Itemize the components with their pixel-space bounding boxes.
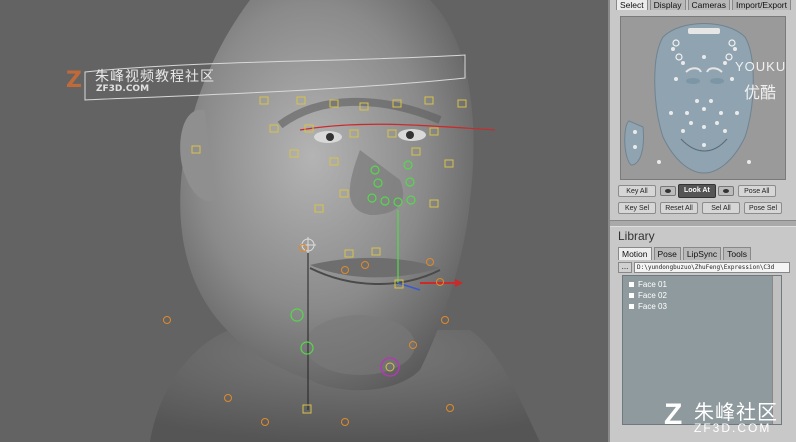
look-at-group: Look At: [660, 184, 734, 198]
corner-watermark: Z 朱峰社区 ZF3D.COM: [664, 396, 794, 440]
face-picker[interactable]: YOUKU 优酷: [620, 16, 786, 180]
tab-lipsync[interactable]: LipSync: [682, 247, 722, 260]
youku-logo-cn: 优酷: [744, 85, 777, 102]
tab-cameras[interactable]: Cameras: [687, 0, 730, 10]
watermark-text-cn: 朱峰视频教程社区: [95, 69, 215, 85]
list-item-label: Face 03: [638, 302, 667, 311]
facial-rig-panel: Select Display Cameras Import/Export YOU…: [608, 0, 796, 442]
browse-path-button[interactable]: ...: [618, 262, 632, 273]
corner-watermark-logo: Z: [664, 398, 683, 431]
eye-left-icon[interactable]: [660, 186, 676, 196]
button-row-top: Key All Look At Pose All: [618, 184, 776, 198]
pose-all-button[interactable]: Pose All: [737, 185, 776, 197]
watermark-logo: Z: [66, 68, 82, 93]
tab-pose[interactable]: Pose: [653, 247, 681, 260]
library-title: Library: [618, 229, 655, 243]
eye-right-icon[interactable]: [717, 186, 734, 196]
pose-sel-button[interactable]: Pose Sel: [744, 202, 782, 214]
reset-all-button[interactable]: Reset All: [660, 202, 698, 214]
key-sel-button[interactable]: Key Sel: [618, 202, 656, 214]
corner-watermark-en: ZF3D.COM: [694, 421, 772, 435]
list-item-label: Face 01: [638, 280, 667, 289]
panel-tabs: Select Display Cameras Import/Export: [616, 0, 792, 10]
viewport-scene: [84, 0, 540, 442]
key-all-button[interactable]: Key All: [618, 185, 656, 197]
button-row-bottom: Key Sel Reset All Sel All Pose Sel: [618, 202, 782, 214]
library-tabs: Motion Pose LipSync Tools: [618, 247, 751, 260]
library-path-row: ... D:\yundongbuzuo\ZhuFeng\Expression\C…: [618, 262, 790, 273]
tab-display[interactable]: Display: [649, 0, 686, 10]
tab-select[interactable]: Select: [616, 0, 648, 10]
tab-motion[interactable]: Motion: [618, 247, 652, 260]
panel-divider[interactable]: [610, 220, 796, 227]
look-at-button[interactable]: Look At: [678, 184, 716, 198]
library-path-input[interactable]: D:\yundongbuzuo\ZhuFeng\Expression\C3d: [634, 262, 790, 273]
3d-viewport[interactable]: Z 朱峰视频教程社区 ZF3D.COM: [0, 0, 608, 442]
item-square-icon: [629, 282, 634, 287]
list-item[interactable]: Face 02: [623, 290, 667, 301]
item-square-icon: [629, 304, 634, 309]
list-item[interactable]: Face 01: [623, 279, 667, 290]
watermark-text-en: ZF3D.COM: [96, 84, 150, 94]
youku-logo-text: YOUKU: [735, 59, 786, 74]
list-item-label: Face 02: [638, 291, 667, 300]
item-square-icon: [629, 293, 634, 298]
tab-tools[interactable]: Tools: [723, 247, 751, 260]
tab-import-export[interactable]: Import/Export: [731, 0, 792, 10]
sel-all-button[interactable]: Sel All: [702, 202, 740, 214]
list-item[interactable]: Face 03: [623, 301, 667, 312]
